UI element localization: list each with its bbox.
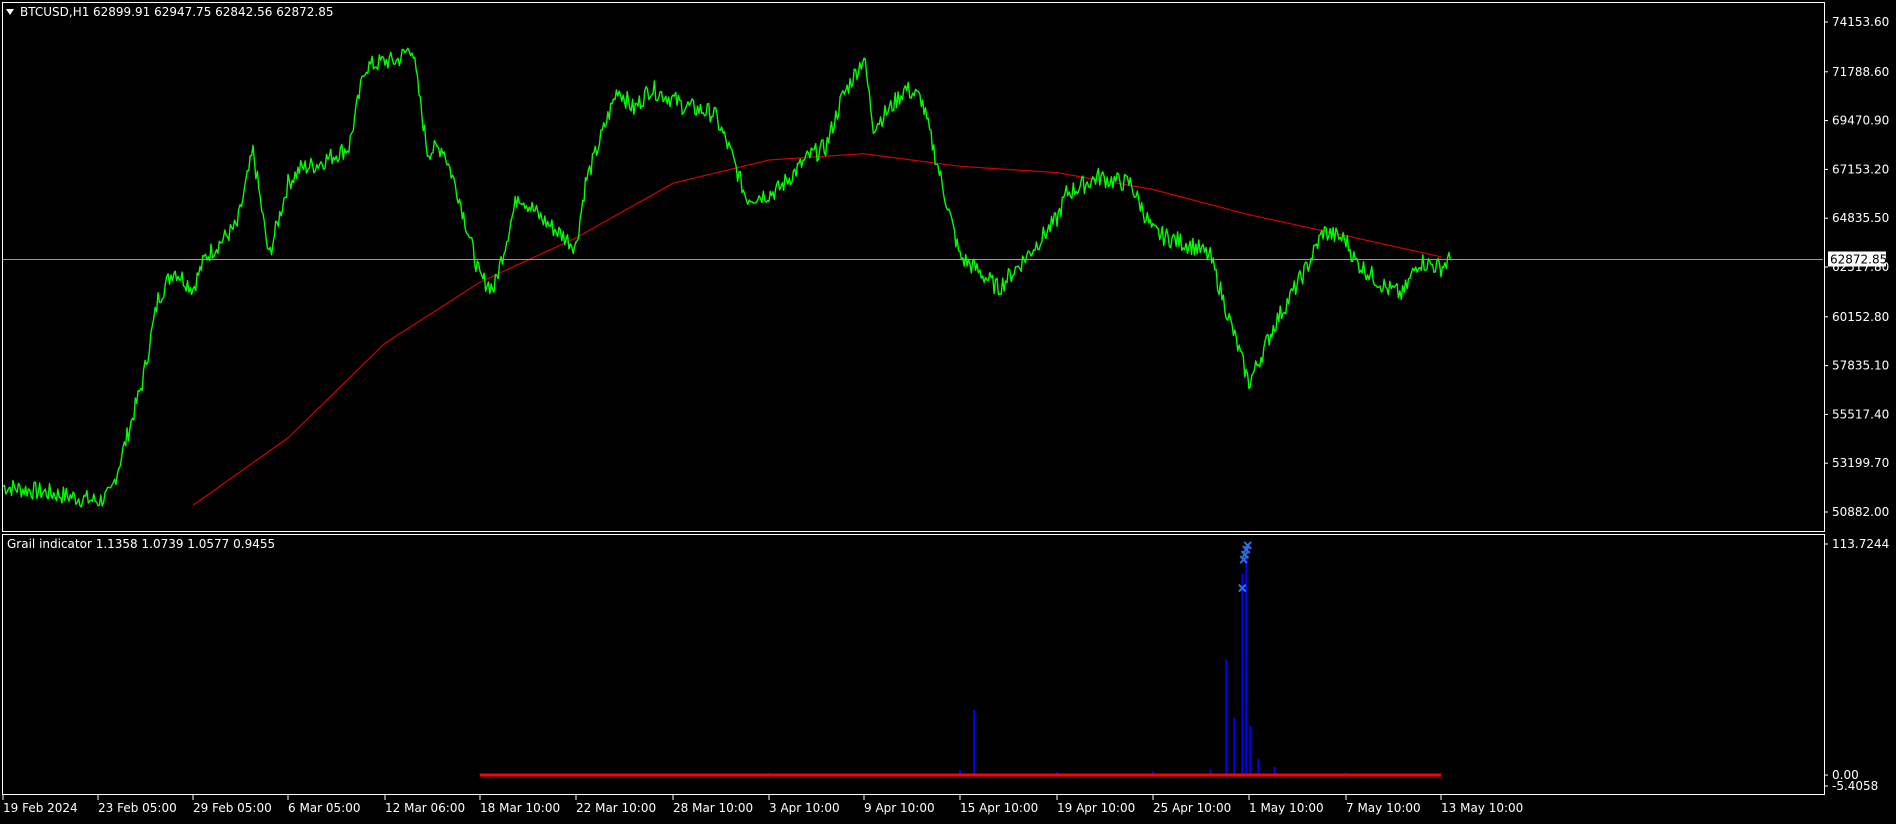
time-tick-label: 22 Mar 10:00 <box>576 801 656 815</box>
time-tick-label: 6 Mar 05:00 <box>288 801 361 815</box>
indicator-header-label: Grail indicator 1.1358 1.0739 1.0577 0.9… <box>7 537 275 551</box>
main-y-tick-label: 50882.00 <box>1832 505 1889 519</box>
main-y-tick-label: 74153.60 <box>1832 15 1889 29</box>
indicator-y-tick-label: -5.4058 <box>1832 779 1878 793</box>
time-tick-label: 12 Mar 06:00 <box>385 801 465 815</box>
time-tick-label: 15 Apr 10:00 <box>960 801 1038 815</box>
current-price-tag-label: 62872.85 <box>1830 253 1887 267</box>
main-y-tick-label: 69470.90 <box>1832 114 1889 128</box>
chart-canvas[interactable]: 74153.60 71788.60 69470.90 67153.20 64835.50… <box>0 0 1896 820</box>
chart-window[interactable]: 74153.60 71788.60 69470.90 67153.20 64835.50… <box>0 0 1896 820</box>
time-tick-label: 19 Feb 2024 <box>3 801 78 815</box>
main-y-tick-label: 60152.80 <box>1832 310 1889 324</box>
time-tick-label: 23 Feb 05:00 <box>98 801 177 815</box>
time-tick-label: 29 Feb 05:00 <box>193 801 272 815</box>
time-tick-label: 18 Mar 10:00 <box>480 801 560 815</box>
main-y-tick-label: 53199.70 <box>1832 456 1889 470</box>
indicator-y-tick-label: 113.7244 <box>1832 537 1889 551</box>
main-y-tick-label: 55517.40 <box>1832 407 1889 421</box>
main-panel-header: BTCUSD,H1 62899.91 62947.75 62842.56 628… <box>6 5 333 19</box>
main-y-tick-label: 64835.50 <box>1832 211 1889 225</box>
time-tick-label: 19 Apr 10:00 <box>1057 801 1135 815</box>
time-tick-label: 7 May 10:00 <box>1346 801 1421 815</box>
time-tick-label: 25 Apr 10:00 <box>1153 801 1231 815</box>
current-price-tag: 62872.85 <box>1828 251 1887 267</box>
ohlc-label: 62899.91 62947.75 62842.56 62872.85 <box>93 5 333 19</box>
main-y-tick-label: 67153.20 <box>1832 162 1889 176</box>
chart-background <box>0 0 1896 820</box>
time-tick-label: 9 Apr 10:00 <box>864 801 935 815</box>
time-tick-label: 13 May 10:00 <box>1441 801 1523 815</box>
time-tick-label: 1 May 10:00 <box>1249 801 1324 815</box>
time-tick-label: 28 Mar 10:00 <box>673 801 753 815</box>
main-y-tick-label: 57835.10 <box>1832 359 1889 373</box>
time-tick-label: 3 Apr 10:00 <box>769 801 840 815</box>
symbol-label: BTCUSD,H1 <box>20 5 89 19</box>
main-y-tick-label: 71788.60 <box>1832 65 1889 79</box>
